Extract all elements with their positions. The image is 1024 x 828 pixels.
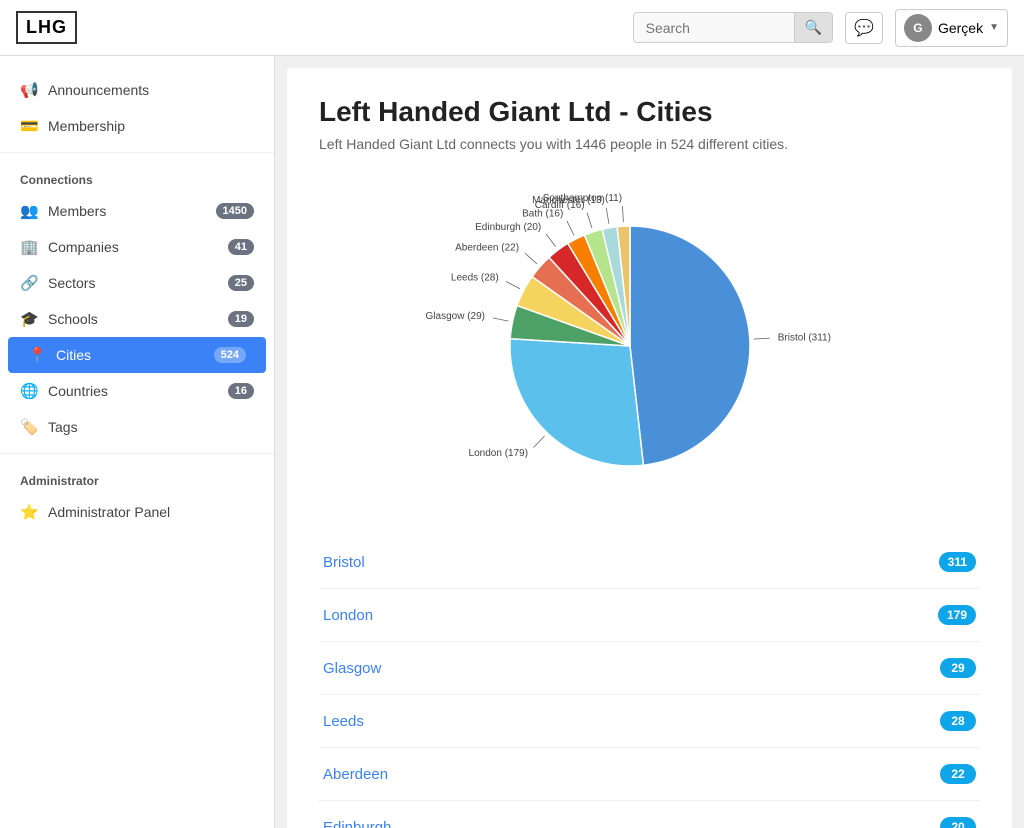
- city-count: 22: [940, 764, 976, 784]
- sidebar-item-sectors[interactable]: 🔗Sectors25: [0, 265, 274, 301]
- city-row[interactable]: Leeds 28: [319, 695, 980, 748]
- countries-badge: 16: [228, 383, 254, 399]
- companies-icon: 🏢: [20, 238, 38, 256]
- main-layout: 📢Announcements💳Membership Connections 👥M…: [0, 56, 1024, 828]
- chevron-down-icon: ▼: [989, 22, 999, 33]
- city-row[interactable]: London 179: [319, 589, 980, 642]
- sidebar-item-tags[interactable]: 🏷️Tags: [0, 409, 274, 445]
- members-icon: 👥: [20, 202, 38, 220]
- page-subtitle: Left Handed Giant Ltd connects you with …: [319, 136, 980, 152]
- user-menu[interactable]: G Gerçek ▼: [895, 9, 1008, 47]
- page-title: Left Handed Giant Ltd - Cities: [319, 96, 980, 128]
- admin-panel-icon: ⭐: [20, 503, 38, 521]
- sidebar-item-companies[interactable]: 🏢Companies41: [0, 229, 274, 265]
- logo[interactable]: LHG: [16, 11, 77, 44]
- pie-segment-bristol: [630, 226, 750, 465]
- pie-label-bristol: Bristol (311): [777, 332, 830, 343]
- sidebar-item-membership[interactable]: 💳Membership: [0, 108, 274, 144]
- schools-badge: 19: [228, 311, 254, 327]
- city-count: 28: [940, 711, 976, 731]
- city-name[interactable]: Bristol: [323, 554, 365, 571]
- administrator-label: Administrator: [0, 462, 274, 494]
- sidebar-item-cities[interactable]: 📍Cities524: [8, 337, 266, 373]
- membership-icon: 💳: [20, 117, 38, 135]
- city-row[interactable]: Bristol 311: [319, 536, 980, 589]
- pie-segment-london: [510, 339, 643, 466]
- city-row[interactable]: Glasgow 29: [319, 642, 980, 695]
- sidebar-item-members[interactable]: 👥Members1450: [0, 193, 274, 229]
- messages-button[interactable]: 💬: [845, 12, 883, 44]
- countries-icon: 🌐: [20, 382, 38, 400]
- city-row[interactable]: Aberdeen 22: [319, 748, 980, 801]
- sidebar-divider: [0, 152, 274, 153]
- members-badge: 1450: [216, 203, 254, 219]
- city-name[interactable]: Aberdeen: [323, 766, 388, 783]
- pie-chart: Bristol (311) London (179) Glasgow (29) Lee…: [410, 196, 890, 496]
- sidebar-connections: 👥Members1450🏢Companies41🔗Sectors25🎓Schoo…: [0, 193, 274, 445]
- search-input[interactable]: [634, 14, 794, 42]
- sidebar: 📢Announcements💳Membership Connections 👥M…: [0, 56, 275, 828]
- pie-label-aberdeen: Aberdeen (22): [455, 243, 519, 254]
- sidebar-item-schools[interactable]: 🎓Schools19: [0, 301, 274, 337]
- pie-label-glasgow: Glasgow (29): [425, 311, 484, 322]
- sidebar-divider-2: [0, 453, 274, 454]
- tags-icon: 🏷️: [20, 418, 38, 436]
- city-row[interactable]: Edinburgh 20: [319, 801, 980, 828]
- main-content: Left Handed Giant Ltd - Cities Left Hand…: [275, 56, 1024, 828]
- sectors-icon: 🔗: [20, 274, 38, 292]
- city-count: 20: [940, 817, 976, 828]
- search-bar: 🔍: [633, 12, 833, 43]
- sidebar-admin: ⭐Administrator Panel: [0, 494, 274, 530]
- connections-label: Connections: [0, 161, 274, 193]
- city-count: 29: [940, 658, 976, 678]
- chart-container: Bristol (311) London (179) Glasgow (29) Lee…: [319, 176, 980, 528]
- sidebar-item-countries[interactable]: 🌐Countries16: [0, 373, 274, 409]
- pie-label-southampton: Southampton (11): [542, 193, 621, 204]
- announcements-icon: 📢: [20, 81, 38, 99]
- cities-icon: 📍: [28, 346, 46, 364]
- sidebar-item-announcements[interactable]: 📢Announcements: [0, 72, 274, 108]
- cities-badge: 524: [214, 347, 246, 363]
- schools-icon: 🎓: [20, 310, 38, 328]
- pie-label-edinburgh: Edinburgh (20): [475, 222, 541, 233]
- city-name[interactable]: Edinburgh: [323, 819, 391, 828]
- avatar: G: [904, 14, 932, 42]
- sectors-badge: 25: [228, 275, 254, 291]
- city-count: 311: [939, 552, 976, 572]
- city-list: Bristol 311 London 179 Glasgow 29 Leeds 28 Aberd…: [319, 536, 980, 828]
- top-navigation: LHG 🔍 💬 G Gerçek ▼: [0, 0, 1024, 56]
- content-inner: Left Handed Giant Ltd - Cities Left Hand…: [287, 68, 1012, 828]
- pie-label-leeds: Leeds (28): [450, 272, 498, 283]
- search-button[interactable]: 🔍: [794, 13, 832, 42]
- pie-label-london: London (179): [468, 448, 528, 459]
- city-name[interactable]: Leeds: [323, 713, 364, 730]
- city-count: 179: [938, 605, 976, 625]
- city-name[interactable]: London: [323, 607, 373, 624]
- user-name: Gerçek: [938, 20, 983, 36]
- sidebar-item-admin-panel[interactable]: ⭐Administrator Panel: [0, 494, 274, 530]
- sidebar-top-items: 📢Announcements💳Membership: [0, 72, 274, 144]
- city-name[interactable]: Glasgow: [323, 660, 381, 677]
- companies-badge: 41: [228, 239, 254, 255]
